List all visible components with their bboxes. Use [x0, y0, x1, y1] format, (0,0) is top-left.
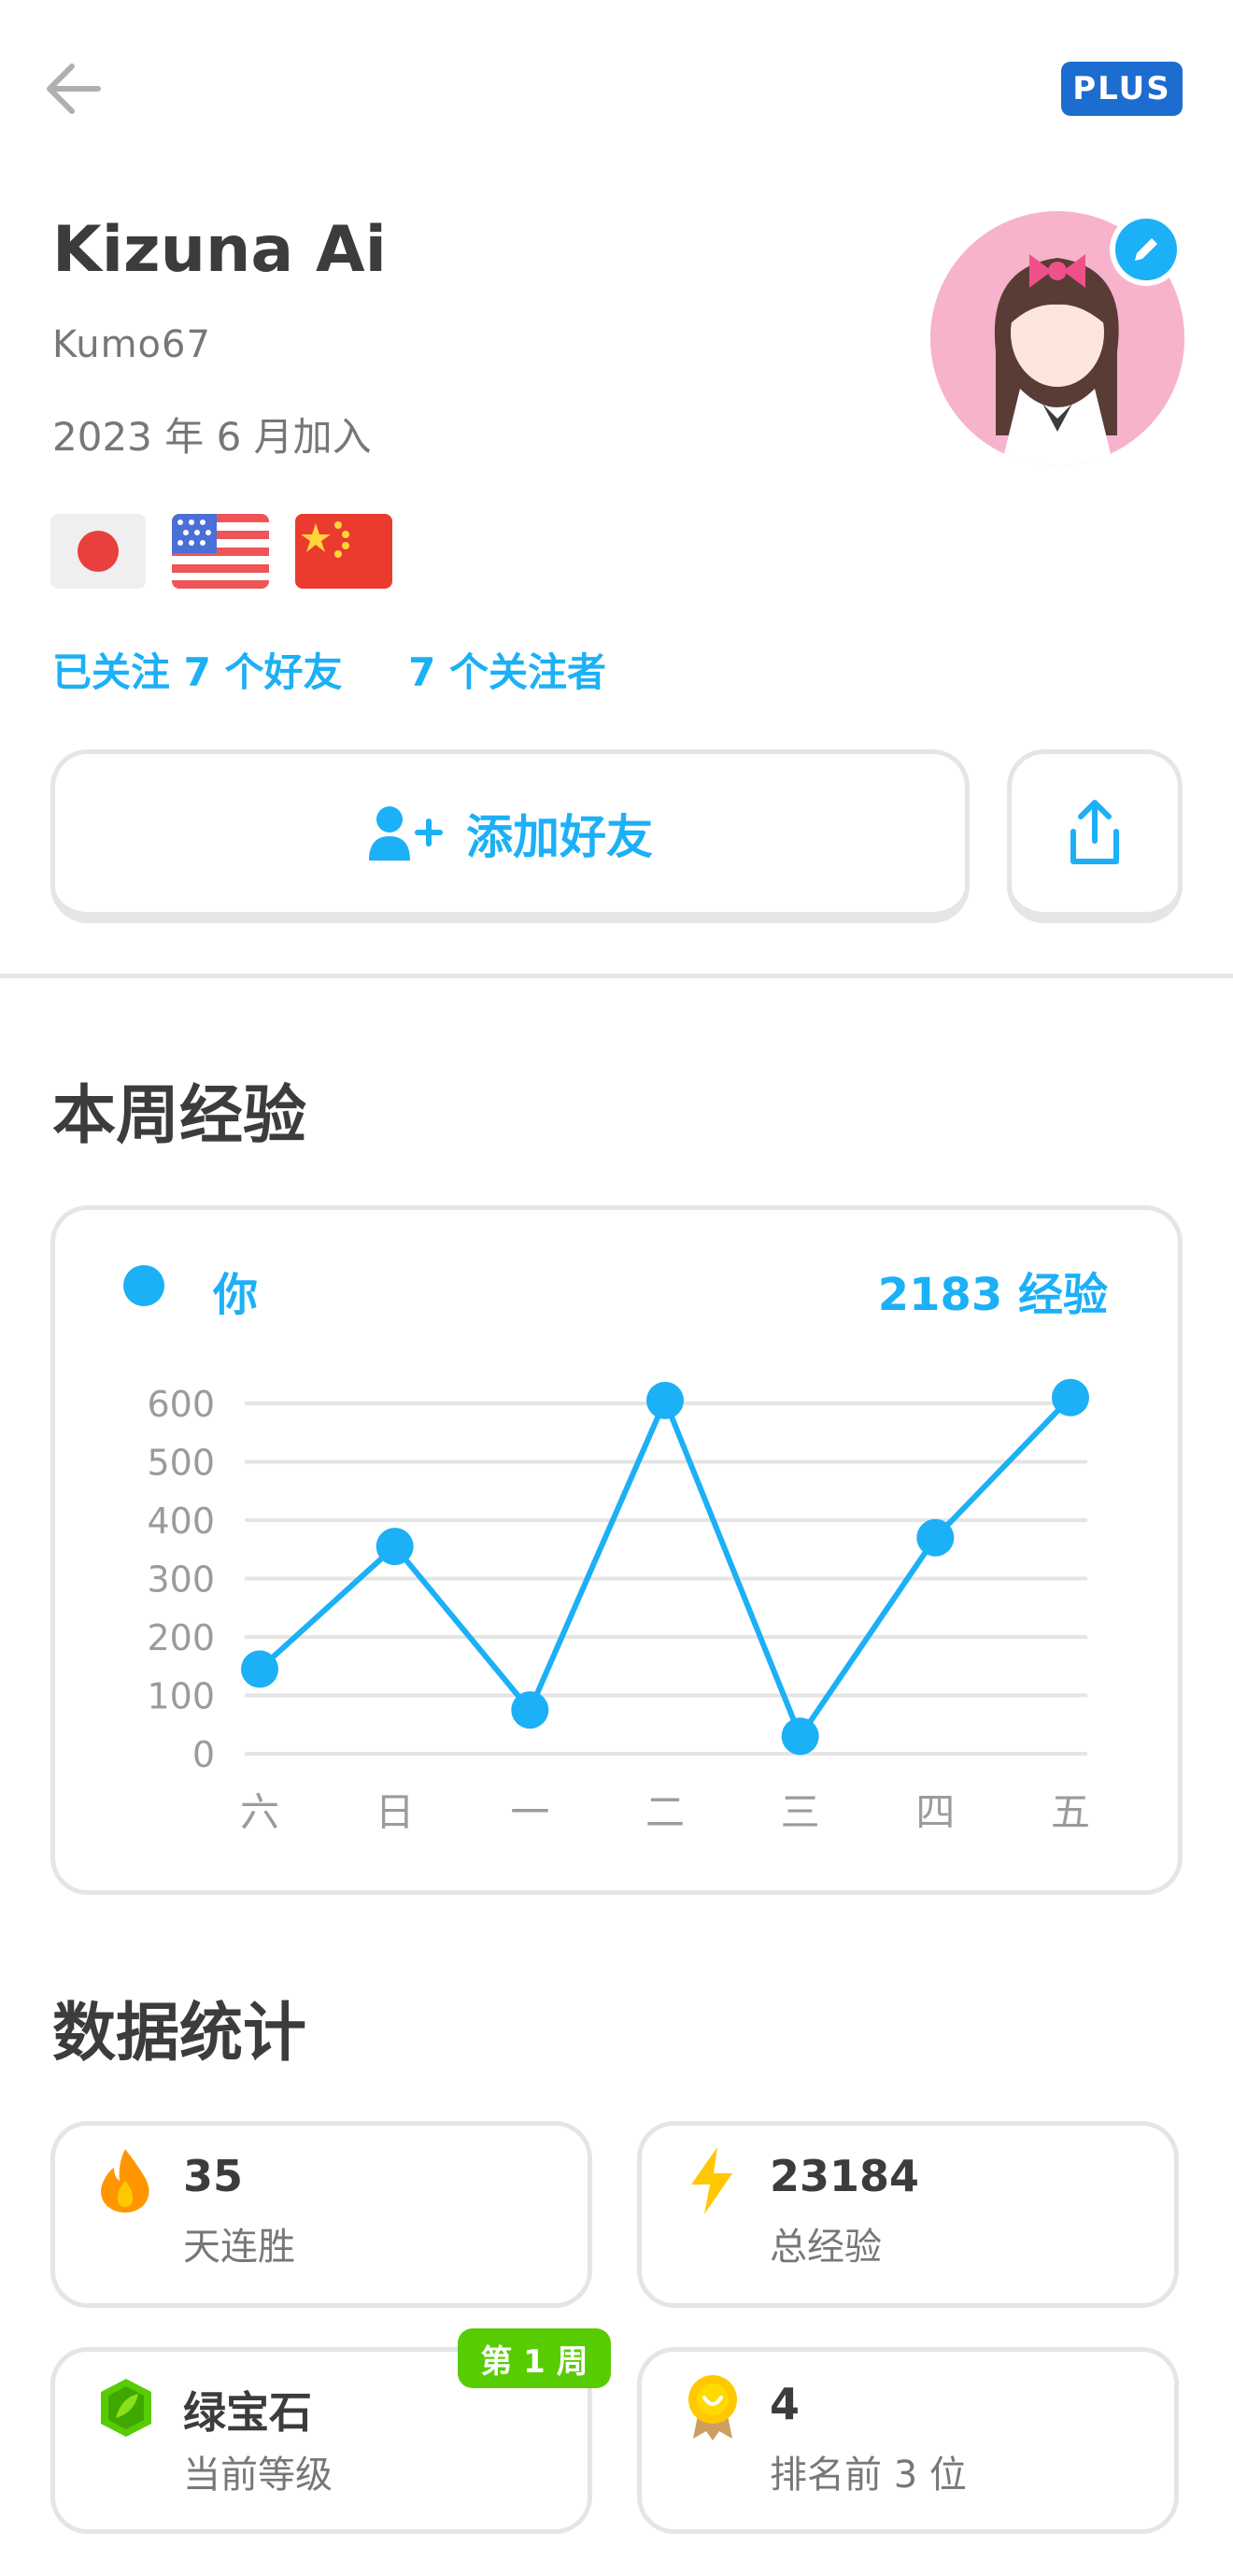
data-point: [781, 1717, 819, 1756]
y-tick-label: 600: [147, 1384, 215, 1425]
x-tick-label: 六: [240, 1789, 279, 1835]
top-finish-value: 4: [770, 2379, 801, 2429]
lightning-icon: [691, 2147, 732, 2214]
total-xp-label: 总经验: [770, 2226, 882, 2269]
y-tick-label: 300: [147, 1559, 215, 1601]
y-tick-label: 400: [147, 1501, 215, 1542]
series-line: [257, 1394, 1073, 1740]
y-tick-label: 100: [147, 1676, 215, 1717]
fire-icon: [101, 2149, 149, 2213]
y-tick-label: 0: [192, 1734, 215, 1775]
y-tick-label: 500: [147, 1443, 215, 1484]
total-xp-value: 23184: [770, 2151, 920, 2201]
x-tick-label: 二: [645, 1789, 685, 1835]
data-point: [1052, 1378, 1089, 1416]
x-tick-label: 日: [376, 1789, 415, 1835]
league-week-badge: 第 1 周: [458, 2328, 611, 2388]
x-tick-label: 五: [1051, 1789, 1090, 1835]
emerald-league-icon: [101, 2379, 151, 2437]
x-tick-label: 四: [915, 1789, 955, 1835]
streak-label: 天连胜: [183, 2226, 295, 2269]
x-tick-label: 一: [510, 1789, 549, 1835]
y-tick-label: 200: [147, 1617, 215, 1658]
league-label: 当前等级: [183, 2454, 333, 2497]
data-point: [916, 1518, 955, 1557]
streak-value: 35: [183, 2151, 244, 2201]
medal-icon: [688, 2375, 737, 2441]
league-value: 绿宝石: [183, 2387, 312, 2438]
top-finish-label: 排名前 3 位: [770, 2454, 967, 2497]
stats-title: 数据统计: [52, 1997, 307, 2071]
data-point: [241, 1650, 278, 1688]
data-point: [646, 1381, 684, 1419]
x-tick-label: 三: [781, 1789, 820, 1835]
data-point: [376, 1528, 414, 1566]
data-point: [511, 1691, 549, 1729]
